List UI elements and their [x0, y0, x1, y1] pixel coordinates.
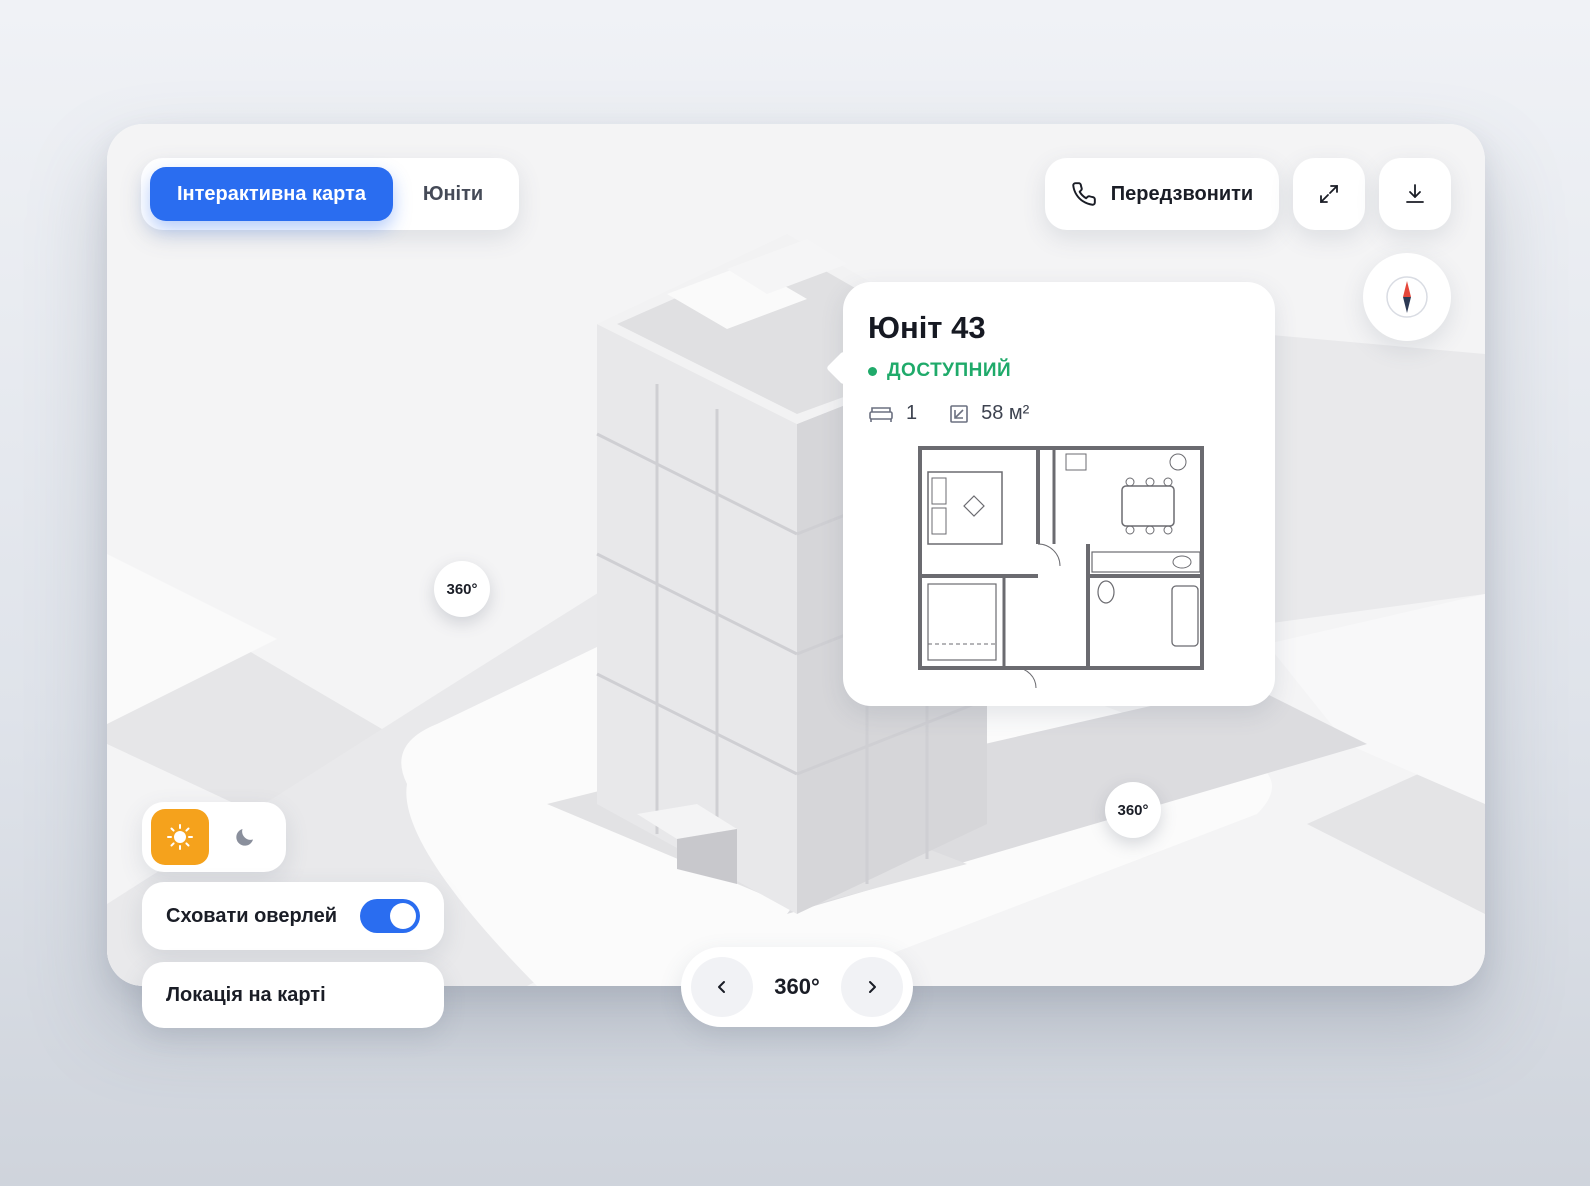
fullscreen-button[interactable] [1293, 158, 1365, 230]
map-card [107, 124, 1485, 986]
callback-button[interactable]: Передзвонити [1045, 158, 1279, 230]
unit-popup: Юніт 43 ДОСТУПНИЙ 1 58 м² [826, 282, 1275, 706]
rotate-left-button[interactable] [691, 957, 753, 1017]
tab-interactive-map[interactable]: Інтерактивна карта [150, 167, 393, 221]
download-button[interactable] [1379, 158, 1451, 230]
compass-icon [1386, 276, 1428, 318]
theme-toggle [142, 802, 286, 872]
dark-mode-button[interactable] [216, 809, 274, 865]
callback-label: Передзвонити [1110, 182, 1254, 205]
status-label: ДОСТУПНИЙ [887, 360, 1012, 381]
switch-knob [390, 903, 416, 929]
tab-units[interactable]: Юніти [403, 167, 503, 221]
moon-icon [236, 829, 253, 846]
unit-specs: 1 58 м² [868, 402, 1061, 425]
unit-title: Юніт 43 [868, 310, 986, 345]
status-badge: ДОСТУПНИЙ [868, 360, 1011, 382]
phone-icon [1072, 182, 1096, 206]
view-tabs: Інтерактивна карта Юніти [141, 158, 519, 230]
panorama-marker-left[interactable]: 360° [434, 561, 490, 617]
chevron-left-icon [718, 981, 725, 993]
sun-icon [167, 824, 193, 850]
area-spec: 58 м² [949, 402, 1029, 425]
hide-overlay-row: Сховати оверлей [142, 882, 444, 950]
chevron-right-icon [869, 981, 876, 993]
area-icon [950, 404, 968, 423]
bedrooms-value: 1 [906, 402, 918, 424]
panorama-marker-right[interactable]: 360° [1105, 782, 1161, 838]
area-value: 58 м² [981, 402, 1030, 424]
map-location-button[interactable]: Локація на карті [142, 962, 444, 1028]
building-3d-scene[interactable] [107, 124, 1485, 986]
download-icon [1406, 184, 1424, 203]
hide-overlay-switch[interactable] [360, 899, 420, 933]
rotate-right-button[interactable] [841, 957, 903, 1017]
bed-icon [869, 406, 893, 422]
light-mode-button[interactable] [151, 809, 209, 865]
rotation-control: 360° [681, 947, 913, 1027]
floorplan-image [918, 446, 1204, 689]
hide-overlay-label: Сховати оверлей [166, 904, 338, 927]
compass-button[interactable] [1363, 253, 1451, 341]
map-location-label: Локація на карті [166, 983, 326, 1006]
expand-icon [1320, 185, 1338, 203]
status-dot [868, 366, 877, 376]
bedrooms-spec: 1 [868, 402, 917, 425]
